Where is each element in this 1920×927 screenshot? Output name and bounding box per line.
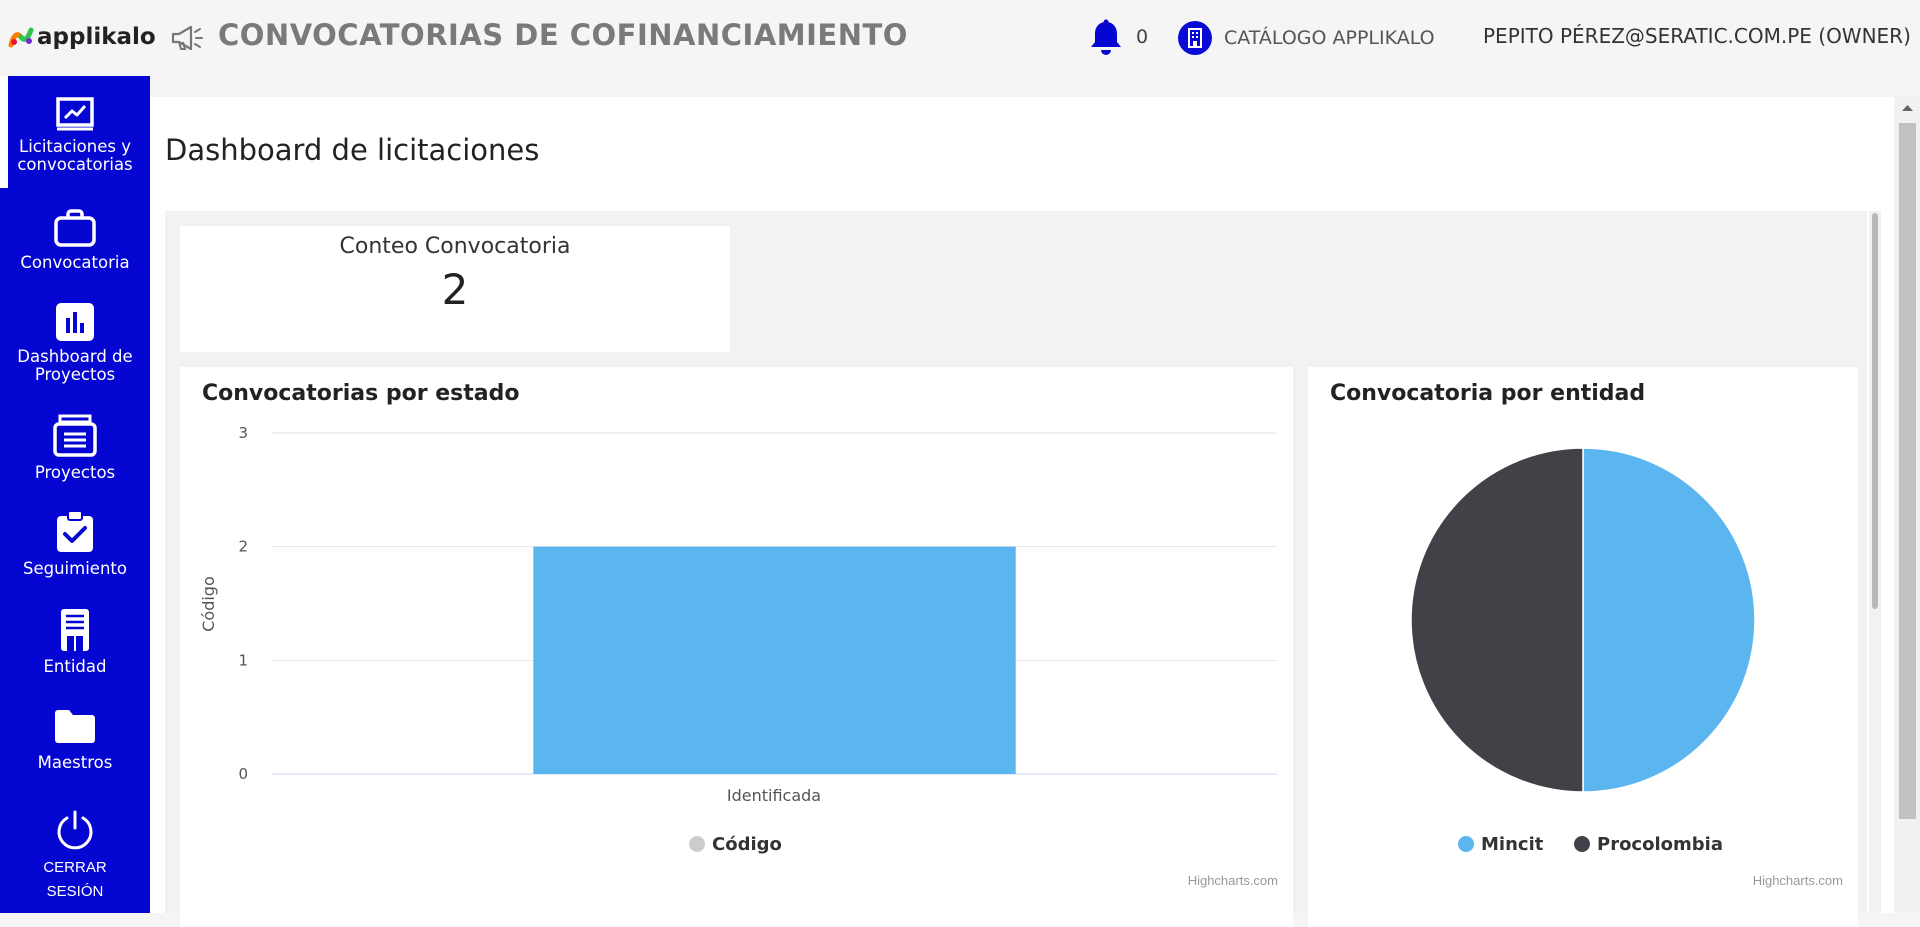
count-card-value: 2	[441, 265, 469, 314]
notification-count: 0	[1136, 26, 1149, 48]
y-tick-label: 0	[238, 765, 248, 783]
bar-chart: 0 1 2 3 Código Identificada Código	[199, 424, 1277, 855]
sidebar-item-label: Maestros	[37, 753, 113, 772]
folder-icon	[55, 710, 95, 743]
megaphone-icon	[171, 25, 203, 51]
pie-slice[interactable]	[1582, 447, 1756, 793]
sidebar-item-label: Licitaciones y convocatorias	[17, 137, 133, 174]
sidebar-item-label: Entidad	[43, 657, 107, 676]
top-bar: applikalo CONVOCATORIAS DE COFINANCIAMIE…	[0, 0, 1920, 76]
pie-legend-item-0[interactable]: Mincit	[1458, 834, 1544, 855]
power-icon	[57, 810, 93, 850]
window-scrollbar-thumb[interactable]	[1899, 123, 1916, 819]
bar-legend-item[interactable]: Código	[689, 834, 782, 855]
applikalo-logo[interactable]: applikalo	[8, 24, 156, 50]
sidebar-item-dashboard-proyectos[interactable]: Dashboard de Proyectos	[0, 302, 150, 384]
sidebar-item-entidad[interactable]: Entidad	[0, 608, 150, 676]
chart-board-icon	[56, 97, 94, 131]
panel-scrollbar[interactable]	[1869, 211, 1881, 913]
y-tick-label: 2	[238, 538, 248, 556]
count-card: Conteo Convocatoria 2	[180, 226, 730, 352]
panel-scrollbar-thumb[interactable]	[1872, 213, 1878, 609]
bar-chart-card: Convocatorias por estado 0123 Código Ide…	[180, 367, 1293, 927]
window-scrollbar[interactable]	[1895, 97, 1920, 913]
legend-label: Mincit	[1481, 834, 1544, 855]
x-category-label: Identificada	[727, 786, 821, 805]
logo-text: applikalo	[37, 24, 156, 50]
clipboard-check-icon	[57, 510, 93, 552]
applikalo-logo-mark	[8, 27, 34, 48]
catalog-link[interactable]: CATÁLOGO APPLIKALO	[1178, 21, 1435, 55]
dashboard-panel: Conteo Convocatoria 2 Convocatorias por …	[165, 211, 1867, 927]
building-catalog-icon	[1178, 21, 1212, 55]
sidebar-item-maestros[interactable]: Maestros	[0, 708, 150, 772]
pie-slice[interactable]	[1410, 447, 1584, 793]
sidebar: Licitaciones y convocatorias Convocatori…	[0, 76, 150, 913]
archive-icon	[53, 414, 97, 457]
count-card-title: Conteo Convocatoria	[339, 234, 571, 259]
legend-symbol	[1458, 836, 1474, 852]
catalog-label: CATÁLOGO APPLIKALO	[1224, 27, 1435, 49]
pie-chart: Mincit Procolombia	[1410, 447, 1756, 855]
pie-chart-card: Convocatoria por entidad Mincit Procolom…	[1308, 367, 1858, 927]
sidebar-item-convocatoria[interactable]: Convocatoria	[0, 208, 150, 272]
sidebar-item-seguimiento[interactable]: Seguimiento	[0, 510, 150, 578]
pie-legend-item-1[interactable]: Procolombia	[1574, 834, 1723, 855]
user-label: PEPITO PÉREZ@SERATIC.COM.PE (OWNER)	[1483, 24, 1911, 48]
sidebar-item-proyectos[interactable]: Proyectos	[0, 414, 150, 482]
sidebar-item-label: Seguimiento	[23, 559, 127, 578]
bar[interactable]	[533, 546, 1016, 774]
legend-symbol	[689, 836, 705, 852]
briefcase-icon	[54, 209, 96, 247]
notification-bell-icon[interactable]	[1088, 19, 1124, 57]
page-title: Dashboard de licitaciones	[165, 133, 540, 167]
app-title: CONVOCATORIAS DE COFINANCIAMIENTO	[218, 18, 908, 52]
sidebar-item-label: Convocatoria	[20, 253, 130, 272]
legend-symbol	[1574, 836, 1590, 852]
highcharts-credits[interactable]: Highcharts.com	[1188, 873, 1278, 888]
sidebar-item-label: Dashboard de Proyectos	[17, 347, 133, 384]
y-axis-label: Código	[199, 576, 218, 632]
main-content: Dashboard de licitaciones Conteo Convoca…	[150, 97, 1894, 927]
sidebar-item-label: Proyectos	[34, 463, 116, 482]
legend-label: Código	[712, 834, 782, 855]
legend-label: Procolombia	[1597, 834, 1723, 855]
building-icon	[61, 609, 89, 651]
sidebar-item-licitaciones[interactable]: Licitaciones y convocatorias	[0, 96, 150, 174]
highcharts-credits[interactable]: Highcharts.com	[1753, 873, 1843, 888]
scroll-up-arrow-icon[interactable]	[1895, 97, 1920, 117]
y-tick-label: 1	[238, 651, 248, 669]
logout-label: CERRAR SESIÓN	[43, 859, 107, 900]
y-tick-label: 3	[238, 424, 248, 442]
bar-chart-icon	[56, 303, 94, 341]
logout-button[interactable]: CERRAR SESIÓN	[0, 810, 150, 904]
user-menu[interactable]: PEPITO PÉREZ@SERATIC.COM.PE (OWNER)	[1483, 24, 1920, 48]
